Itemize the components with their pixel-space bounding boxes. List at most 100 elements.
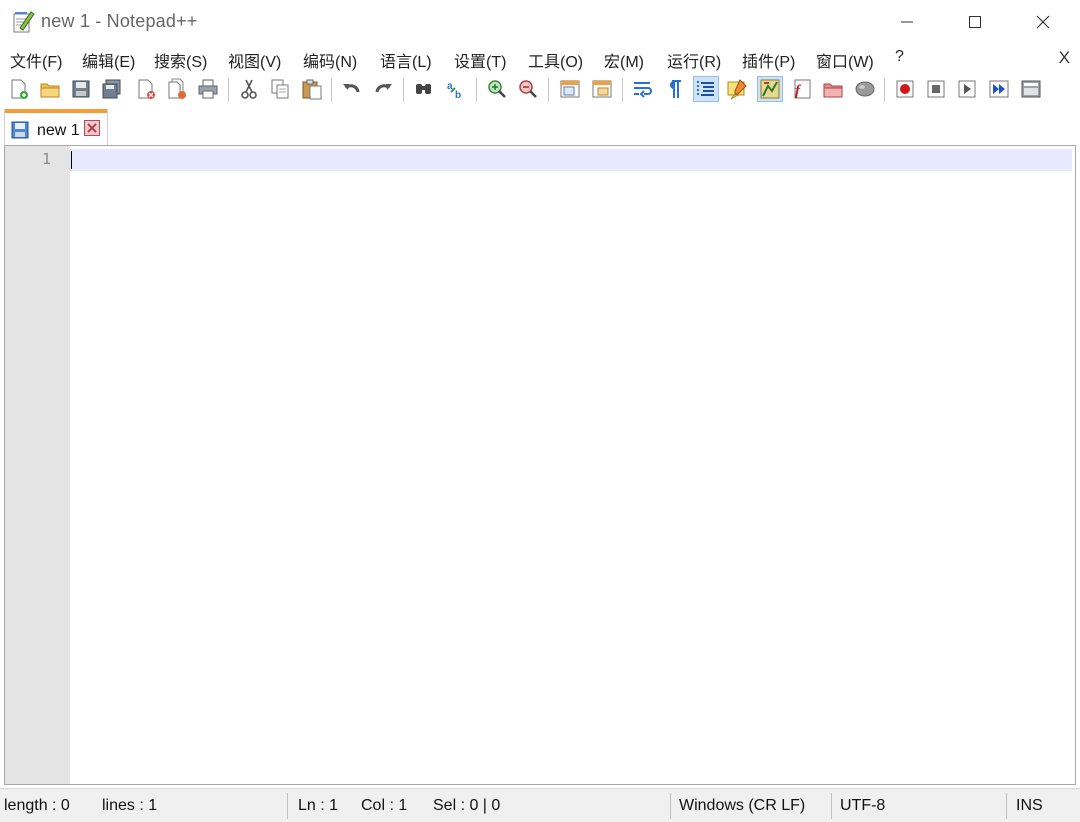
save-macro-icon [1021, 80, 1041, 98]
tab-close-icon[interactable] [84, 120, 100, 136]
show-all-characters-button[interactable] [661, 76, 687, 102]
user-language-button[interactable] [724, 76, 750, 102]
monitoring-button[interactable] [852, 76, 878, 102]
menu-help[interactable]: ? [895, 48, 904, 66]
active-tab-indicator [5, 109, 107, 113]
menu-macro[interactable]: 宏(M) [604, 48, 644, 72]
toolbar-separator [884, 78, 885, 102]
redo-icon [375, 84, 392, 93]
play-macro-button[interactable] [954, 76, 980, 102]
copy-icon [271, 79, 289, 99]
toolbar: ab f [0, 74, 1080, 106]
save-icon [72, 80, 90, 98]
document-map-button[interactable] [757, 76, 783, 102]
menu-settings[interactable]: 设置(T) [454, 48, 506, 72]
editor-area[interactable]: 1 [4, 145, 1076, 785]
word-wrap-button[interactable] [630, 76, 656, 102]
close-all-button[interactable] [164, 76, 190, 102]
menu-encoding[interactable]: 编码(N) [303, 48, 357, 72]
tab-new-1[interactable]: new 1 [4, 109, 108, 145]
close-icon [1036, 15, 1050, 29]
find-button[interactable] [411, 76, 437, 102]
menu-edit[interactable]: 编辑(E) [82, 48, 135, 72]
minimize-icon [901, 21, 913, 23]
status-separator [670, 793, 671, 819]
sync-horizontal-icon [592, 80, 612, 98]
minimize-button[interactable] [872, 0, 942, 44]
function-list-button[interactable]: f [789, 76, 815, 102]
menu-file[interactable]: 文件(F) [10, 48, 62, 72]
run-macro-multiple-button[interactable] [986, 76, 1012, 102]
toolbar-separator [228, 78, 229, 102]
print-button[interactable] [195, 76, 221, 102]
menu-search[interactable]: 搜索(S) [154, 48, 207, 72]
save-macro-button[interactable] [1018, 76, 1044, 102]
monitoring-icon [855, 81, 875, 97]
line-number-gutter: 1 [5, 146, 70, 784]
menu-plugins[interactable]: 插件(P) [742, 48, 795, 72]
redo-button[interactable] [370, 76, 396, 102]
menu-window[interactable]: 窗口(W) [816, 48, 874, 72]
new-file-button[interactable] [6, 76, 32, 102]
cut-button[interactable] [236, 76, 262, 102]
toolbar-separator [622, 78, 623, 102]
menu-bar: 文件(F) 编辑(E) 搜索(S) 视图(V) 编码(N) 语言(L) 设置(T… [0, 45, 1080, 73]
text-caret [71, 151, 72, 169]
paste-icon [302, 79, 322, 100]
find-icon [416, 84, 431, 94]
function-list-icon: f [794, 79, 811, 99]
zoom-out-button[interactable] [515, 76, 541, 102]
status-eol-format[interactable]: Windows (CR LF) [679, 797, 805, 815]
status-encoding[interactable]: UTF-8 [840, 797, 885, 815]
tab-bar: new 1 [0, 107, 1080, 145]
undo-icon [343, 84, 360, 93]
run-macro-multiple-icon [989, 80, 1009, 98]
close-file-button[interactable] [133, 76, 159, 102]
document-map-icon [760, 79, 780, 99]
stop-recording-button[interactable] [923, 76, 949, 102]
sync-vertical-button[interactable] [557, 76, 583, 102]
close-all-icon [168, 78, 186, 99]
paste-button[interactable] [299, 76, 325, 102]
close-file-icon [138, 79, 155, 99]
menu-run[interactable]: 运行(R) [667, 48, 721, 72]
menu-view[interactable]: 视图(V) [228, 48, 281, 72]
notepad-plus-plus-app-icon [11, 10, 35, 34]
stop-recording-icon [927, 80, 945, 98]
sync-horizontal-button[interactable] [589, 76, 615, 102]
status-insert-mode: INS [1016, 797, 1043, 814]
status-line-number: Ln : 1 [298, 797, 339, 814]
folder-as-workspace-button[interactable] [820, 76, 846, 102]
show-all-characters-icon [670, 80, 681, 98]
copy-button[interactable] [267, 76, 293, 102]
undo-button[interactable] [339, 76, 365, 102]
close-window-button[interactable] [1008, 0, 1078, 44]
status-bar: length : 0 lines : 1 Ln : 1 Col : 1 Sel … [0, 788, 1080, 822]
close-document-button[interactable]: X [1059, 48, 1070, 68]
maximize-button[interactable] [940, 0, 1010, 44]
open-file-button[interactable] [37, 76, 63, 102]
status-separator [831, 793, 832, 819]
replace-button[interactable]: ab [443, 76, 469, 102]
menu-tools[interactable]: 工具(O) [528, 48, 583, 72]
sync-vertical-icon [560, 80, 580, 98]
zoom-in-button[interactable] [484, 76, 510, 102]
current-line-highlight [70, 149, 1072, 171]
save-button[interactable] [68, 76, 94, 102]
status-column: Col : 1 [361, 797, 408, 814]
open-file-icon [40, 83, 60, 98]
record-macro-button[interactable] [892, 76, 918, 102]
toolbar-separator [476, 78, 477, 102]
cut-icon [241, 79, 257, 99]
save-all-button[interactable] [99, 76, 125, 102]
svg-text:b: b [455, 90, 461, 100]
menu-language[interactable]: 语言(L) [380, 48, 432, 72]
play-macro-icon [958, 80, 976, 98]
indent-guide-button[interactable] [693, 76, 719, 102]
toolbar-separator [331, 78, 332, 102]
record-macro-icon [896, 80, 914, 98]
tab-label: new 1 [37, 122, 80, 139]
replace-icon: ab [447, 81, 461, 100]
indent-guide-icon [697, 81, 714, 97]
line-number: 1 [41, 150, 51, 168]
